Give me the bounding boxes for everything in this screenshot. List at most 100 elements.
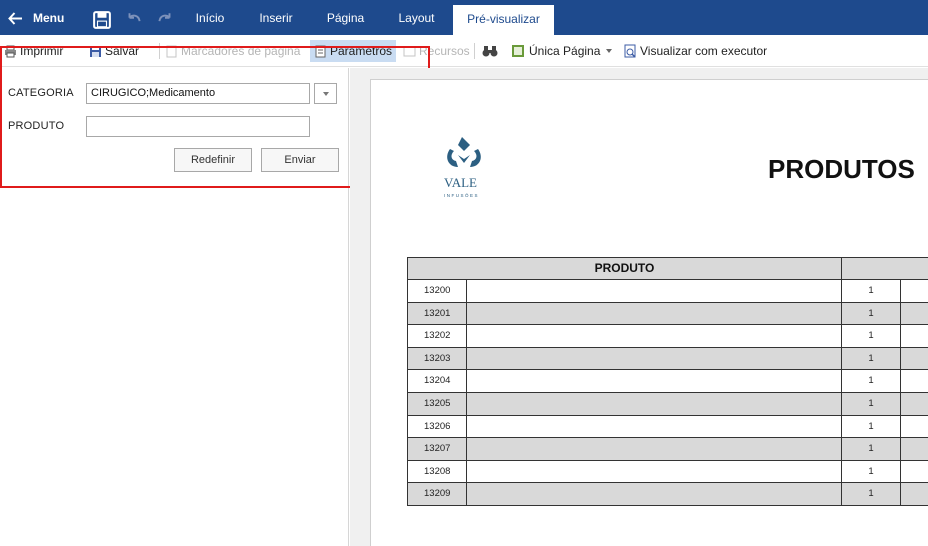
logo-subtext: INFUSÕES (444, 192, 479, 198)
viewer-label: Visualizar com executor (640, 44, 768, 58)
parameters-icon (315, 45, 326, 57)
column-header-produto: PRODUTO (407, 257, 842, 280)
table-row: 13202 1 (407, 325, 928, 348)
product-code-cell: 13205 (408, 393, 467, 415)
binoculars-icon (482, 46, 498, 57)
toolbar-divider (474, 43, 475, 59)
table-row: 13209 1 (407, 483, 928, 506)
toolbar-divider (159, 43, 160, 59)
save-report-label: Salvar (105, 44, 140, 58)
product-name-cell (467, 438, 842, 460)
tab-pagina[interactable]: Página (318, 0, 373, 35)
table-row: 13207 1 (407, 438, 928, 461)
preview-toolbar: Imprimir Salvar Marcadores de página Par… (0, 35, 928, 67)
menu-label: Menu (33, 11, 65, 25)
product-code-cell: 13203 (408, 347, 467, 370)
tab-inicio[interactable]: Início (185, 0, 235, 35)
quantity-cell: 1 (842, 483, 901, 505)
product-code-cell: 13204 (408, 370, 467, 392)
extra-cell (901, 393, 928, 415)
quantity-cell: 1 (842, 370, 901, 392)
product-code-cell: 13207 (408, 438, 467, 460)
menu-button[interactable]: Menu (8, 8, 70, 28)
quantity-cell: 1 (842, 393, 901, 415)
logo-text: VALE (444, 175, 477, 190)
ribbon-bar: Menu Início Inserir Página Layout Pré-vi… (0, 0, 928, 35)
extra-cell (901, 370, 928, 392)
product-name-cell (467, 302, 842, 325)
company-logo: VALE INFUSÕES (444, 137, 481, 198)
parameters-panel (0, 68, 349, 546)
printer-icon (5, 45, 16, 57)
quantity-cell: 1 (842, 438, 901, 460)
submit-button[interactable]: Enviar (261, 148, 339, 172)
extra-cell (901, 483, 928, 505)
resources-button[interactable]: Recursos (403, 40, 470, 62)
find-button[interactable] (482, 40, 501, 62)
parameters-button[interactable]: Parâmetros (310, 40, 397, 62)
categoria-field[interactable]: CIRUGICO;Medicamento (86, 83, 310, 104)
tab-pre-visualizar[interactable]: Pré-visualizar (453, 5, 554, 35)
quantity-cell: 1 (842, 415, 901, 438)
table-row: 13208 1 (407, 460, 928, 484)
viewer-icon (624, 44, 636, 58)
product-code-cell: 13206 (408, 415, 467, 438)
arrow-left-icon (8, 11, 22, 25)
resources-label: Recursos (419, 44, 470, 58)
categoria-dropdown-button[interactable] (314, 83, 337, 104)
print-label: Imprimir (20, 44, 64, 58)
product-code-cell: 13208 (408, 460, 467, 483)
undo-icon[interactable] (125, 11, 143, 29)
extra-cell (901, 325, 928, 347)
bookmarks-button[interactable]: Marcadores de página (165, 40, 300, 62)
single-page-dropdown[interactable]: Única Página (511, 40, 613, 62)
report-title: PRODUTOS (768, 154, 915, 184)
product-name-cell (467, 460, 842, 483)
save-report-button[interactable]: Salvar (89, 40, 139, 62)
product-code-cell: 13202 (408, 325, 467, 347)
viewer-button[interactable]: Visualizar com executor (623, 40, 767, 62)
save-icon (90, 45, 101, 57)
extra-cell (901, 348, 928, 370)
resources-icon (403, 46, 416, 56)
redo-icon[interactable] (156, 11, 174, 29)
product-name-cell (467, 393, 842, 415)
categoria-label: CATEGORIA (8, 87, 74, 99)
quantity-cell: 1 (842, 280, 901, 302)
quantity-cell: 1 (842, 460, 901, 483)
product-name-cell (467, 325, 842, 347)
table-row: 13206 1 (407, 415, 928, 439)
produto-label: PRODUTO (8, 120, 65, 132)
product-code-cell: 13201 (408, 302, 467, 325)
product-code-cell: 13209 (408, 483, 467, 505)
extra-cell (901, 303, 928, 325)
quantity-cell: 1 (842, 347, 901, 370)
table-row: 13204 1 (407, 370, 928, 393)
quantity-cell: 1 (842, 302, 901, 325)
extra-cell (901, 280, 928, 302)
quantity-cell: 1 (842, 325, 901, 347)
product-name-cell (467, 347, 842, 370)
table-row: 13200 1 (407, 280, 928, 303)
reset-button[interactable]: Redefinir (174, 148, 252, 172)
chevron-down-icon (606, 49, 613, 53)
product-code-cell: 13200 (408, 280, 467, 302)
tab-inserir[interactable]: Inserir (250, 0, 302, 35)
extra-cell (901, 461, 928, 483)
print-button[interactable]: Imprimir (4, 40, 63, 62)
bookmarks-label: Marcadores de página (181, 44, 301, 58)
product-name-cell (467, 280, 842, 302)
single-page-label: Única Página (529, 44, 601, 58)
product-name-cell (467, 483, 842, 505)
tab-layout[interactable]: Layout (389, 0, 444, 35)
product-name-cell (467, 415, 842, 438)
produto-field[interactable] (86, 116, 310, 137)
table-row: 13203 1 (407, 347, 928, 371)
save-icon[interactable] (93, 11, 111, 29)
extra-cell (901, 416, 928, 438)
single-page-icon (512, 45, 524, 57)
table-row: 13201 1 (407, 302, 928, 326)
table-row: 13205 1 (407, 393, 928, 416)
product-name-cell (467, 370, 842, 392)
bookmark-icon (166, 45, 177, 57)
